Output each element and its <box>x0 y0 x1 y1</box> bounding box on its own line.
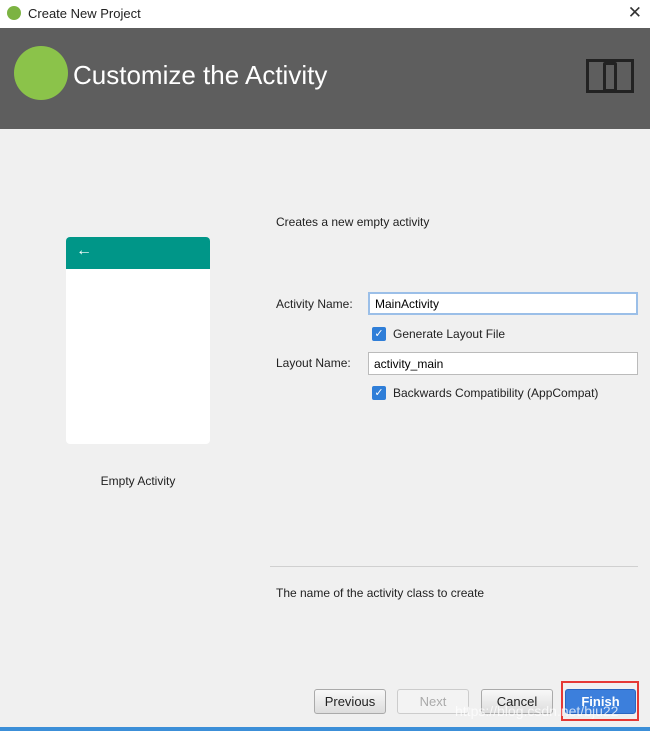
backwards-compat-label: Backwards Compatibility (AppCompat) <box>393 386 599 400</box>
checkbox-checked-icon: ✓ <box>372 386 386 400</box>
window-title: Create New Project <box>28 6 141 21</box>
back-arrow-icon: ← <box>66 237 210 269</box>
bottom-border <box>0 727 650 731</box>
backwards-compat-checkbox[interactable]: ✓ Backwards Compatibility (AppCompat) <box>372 386 598 400</box>
activity-name-label: Activity Name: <box>276 297 353 311</box>
generate-layout-checkbox[interactable]: ✓ Generate Layout File <box>372 327 505 341</box>
divider <box>270 566 638 567</box>
generate-layout-label: Generate Layout File <box>393 327 506 341</box>
field-hint: The name of the activity class to create <box>276 586 485 600</box>
watermark: https://blog.csdn.net/bju22 <box>455 703 619 719</box>
devices-icon <box>586 59 634 93</box>
checkbox-checked-icon: ✓ <box>372 327 386 341</box>
android-studio-icon <box>7 6 21 20</box>
previous-button[interactable]: Previous <box>314 689 386 714</box>
page-title: Customize the Activity <box>73 60 328 90</box>
header: Customize the Activity <box>0 28 650 129</box>
template-name: Empty Activity <box>100 474 176 488</box>
android-studio-logo <box>14 46 68 100</box>
layout-name-input[interactable] <box>368 352 638 375</box>
activity-preview: ← <box>66 237 210 444</box>
title-bar: Create New Project ✕ <box>0 0 650 28</box>
layout-name-label: Layout Name: <box>276 356 351 370</box>
description: Creates a new empty activity <box>276 215 430 229</box>
activity-name-input[interactable] <box>368 292 638 315</box>
close-icon[interactable]: ✕ <box>628 3 642 23</box>
